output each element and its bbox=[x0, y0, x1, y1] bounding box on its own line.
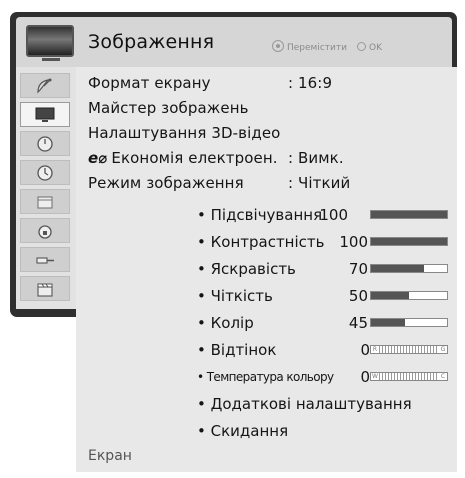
menu-item-label: Режим зображення bbox=[88, 174, 244, 192]
menu-item-label: Налаштування 3D-відео bbox=[88, 124, 281, 142]
dpad-icon bbox=[272, 40, 284, 52]
navigation-hint: Перемістити OK bbox=[272, 40, 382, 53]
setting-sharpness-bar[interactable] bbox=[370, 291, 448, 300]
setting-backlight-value: 100 bbox=[319, 206, 348, 224]
setting-color-temperature-label[interactable]: • Температура кольору bbox=[197, 370, 334, 384]
setting-brightness-value: 70 bbox=[348, 260, 368, 278]
menu-item-label: Формат екрану bbox=[88, 74, 211, 92]
tint-right-mark: G bbox=[439, 346, 447, 353]
setting-backlight-label[interactable]: • Підсвічування bbox=[197, 206, 322, 224]
temp-left-mark: W bbox=[371, 373, 379, 380]
setting-contrast-label[interactable]: • Контрастність bbox=[197, 233, 325, 251]
setting-brightness-label[interactable]: • Яскравість bbox=[197, 260, 296, 278]
sidebar-item-channels[interactable] bbox=[20, 73, 70, 98]
sidebar-item-time[interactable] bbox=[20, 160, 70, 185]
ok-icon bbox=[356, 42, 366, 51]
picture-tv-icon bbox=[35, 107, 55, 122]
bar-fill bbox=[371, 292, 409, 299]
page-title: Зображення bbox=[88, 31, 215, 53]
lock-icon bbox=[38, 224, 52, 239]
setting-tint-label[interactable]: • Відтінок bbox=[197, 341, 276, 359]
setting-contrast-bar[interactable] bbox=[370, 237, 448, 246]
clock-icon bbox=[37, 164, 53, 181]
bar-fill bbox=[371, 319, 406, 326]
hint-ok-label: OK bbox=[368, 43, 382, 53]
setting-backlight-bar[interactable] bbox=[370, 210, 448, 219]
setting-color-label[interactable]: • Колір bbox=[197, 314, 254, 332]
menu-item-3d-settings[interactable]: Налаштування 3D-відео bbox=[88, 124, 280, 142]
setting-sharpness-value: 50 bbox=[348, 287, 368, 305]
sidebar-item-lock[interactable] bbox=[20, 218, 70, 243]
setting-brightness-bar[interactable] bbox=[370, 264, 448, 273]
tint-left-mark: R bbox=[371, 346, 379, 353]
picture-menu-panel: Формат екрану : 16:9 Майстер зображень Н… bbox=[76, 67, 457, 472]
setting-color-bar[interactable] bbox=[370, 318, 448, 327]
setting-tint-value: 0 bbox=[360, 341, 370, 359]
setting-color-value: 45 bbox=[348, 314, 368, 332]
menu-header: Зображення Перемістити OK bbox=[16, 17, 452, 67]
eco-icon: e⌀ bbox=[88, 149, 108, 167]
bar-fill bbox=[371, 265, 425, 272]
sidebar-item-media[interactable] bbox=[20, 276, 70, 301]
menu-item-picture-wizard[interactable]: Майстер зображень bbox=[88, 99, 249, 117]
setting-reset-label[interactable]: • Скидання bbox=[197, 422, 288, 440]
category-sidebar bbox=[16, 67, 76, 309]
menu-item-label: Економія електроен. bbox=[111, 149, 278, 167]
cable-input-icon bbox=[36, 256, 54, 264]
setting-color-temperature-bar[interactable]: W C bbox=[370, 372, 448, 381]
temp-right-mark: C bbox=[439, 373, 447, 380]
setting-advanced-label[interactable]: • Додаткові налаштування bbox=[197, 395, 412, 413]
clapperboard-icon bbox=[37, 283, 53, 297]
setting-color-temperature-value: 0 bbox=[360, 368, 370, 386]
setting-contrast-value: 100 bbox=[339, 233, 368, 251]
audio-knob-icon bbox=[37, 135, 53, 152]
menu-item-value: : Вимк. bbox=[288, 149, 344, 167]
menu-item-energy-saving[interactable]: e⌀ Економія електроен. : Вимк. bbox=[88, 149, 344, 167]
menu-item-aspect-ratio[interactable]: Формат екрану : 16:9 bbox=[88, 74, 332, 92]
picture-tv-icon bbox=[26, 25, 74, 61]
bar-fill bbox=[371, 211, 447, 218]
sidebar-item-options[interactable] bbox=[20, 189, 70, 214]
sidebar-item-audio[interactable] bbox=[20, 131, 70, 156]
footer-label: Екран bbox=[88, 448, 132, 464]
bar-fill bbox=[371, 238, 447, 245]
menu-item-value: : Чіткий bbox=[288, 174, 351, 192]
menu-item-picture-mode[interactable]: Режим зображення : Чіткий bbox=[88, 174, 350, 192]
satellite-dish-icon bbox=[37, 78, 52, 93]
hint-move-label: Перемістити bbox=[287, 43, 347, 53]
sidebar-item-input[interactable] bbox=[20, 247, 70, 272]
calendar-icon bbox=[37, 195, 53, 209]
menu-item-value: : 16:9 bbox=[288, 74, 333, 92]
sidebar-item-picture[interactable] bbox=[20, 102, 70, 127]
setting-tint-bar[interactable]: R G bbox=[370, 345, 448, 354]
menu-item-label: Майстер зображень bbox=[88, 99, 249, 117]
setting-sharpness-label[interactable]: • Чіткість bbox=[197, 287, 273, 305]
